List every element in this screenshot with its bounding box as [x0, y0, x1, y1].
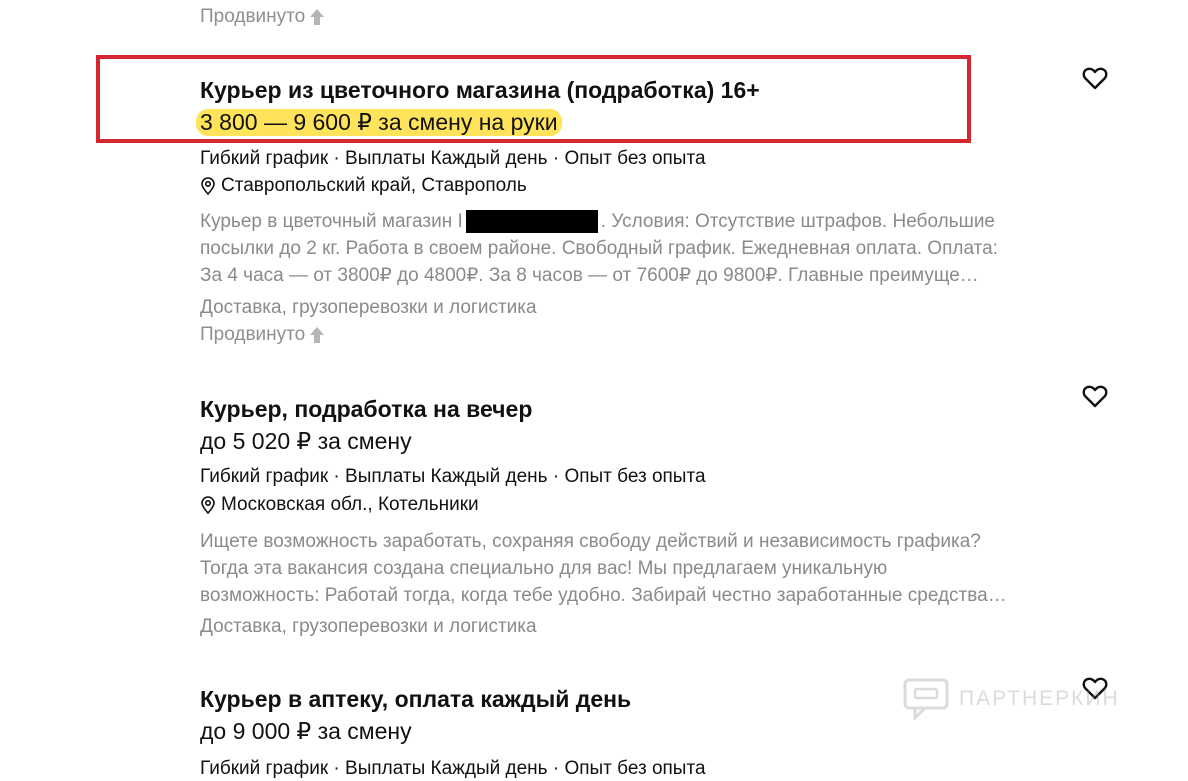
desc-line: возможность: Работай тогда, когда тебе у…	[200, 585, 1007, 606]
redaction-block	[465, 210, 598, 234]
arrow-up-icon	[310, 9, 325, 25]
desc-line: посылки до 2 кг. Работа в своем районе. …	[200, 238, 998, 259]
listing-tags: Гибкий график · Выплаты Каждый день · Оп…	[200, 148, 706, 169]
desc-line: Ищете возможность заработать, сохраняя с…	[200, 531, 981, 552]
listing-title[interactable]: Курьер в аптеку, оплата каждый день	[200, 686, 631, 713]
chat-logo-icon	[903, 678, 949, 720]
map-pin-icon	[201, 496, 215, 514]
desc-line: Курьер в цветочный магазин I	[200, 211, 463, 232]
watermark-text: ПАРТНЕРКИН	[959, 687, 1120, 710]
listing-salary: 3 800 — 9 600 ₽ за смену на руки	[196, 109, 562, 136]
promoted-text: Продвинуто	[200, 324, 306, 345]
listing-salary: до 9 000 ₽ за смену	[200, 718, 412, 744]
location-text: Ставропольский край, Ставрополь	[221, 175, 527, 196]
listing-tags: Гибкий график · Выплаты Каждый день · Оп…	[200, 758, 706, 779]
desc-line: Тогда эта вакансия создана специально дл…	[200, 558, 888, 579]
promoted-text: Продвинуто	[200, 6, 306, 27]
listing-title[interactable]: Курьер из цветочного магазина (подработк…	[200, 77, 760, 104]
listing-description: Ищете возможность заработать, сохраняя с…	[200, 528, 1100, 609]
listing-description: Курьер в цветочный магазин I . Условия: О…	[200, 208, 1100, 289]
arrow-up-icon	[310, 327, 325, 343]
location-text: Московская обл., Котельники	[221, 494, 479, 515]
listing-title[interactable]: Курьер, подработка на вечер	[200, 396, 532, 423]
map-pin-icon	[201, 177, 215, 195]
listing-tags: Гибкий график · Выплаты Каждый день · Оп…	[200, 466, 706, 487]
desc-line: За 4 часа — от 3800₽ до 4800₽. За 8 часо…	[200, 265, 979, 286]
listing-category: Доставка, грузоперевозки и логистика	[200, 616, 537, 637]
desc-line: . Условия: Отсутствие штрафов. Небольшие	[600, 211, 995, 232]
listing-category: Доставка, грузоперевозки и логистика	[200, 297, 537, 318]
listing-salary: до 5 020 ₽ за смену	[200, 428, 412, 454]
watermark: ПАРТНЕРКИН	[903, 678, 1120, 720]
promoted-label: Продвинуто	[200, 324, 325, 346]
heart-icon[interactable]	[1082, 66, 1108, 90]
listing-location: Московская обл., Котельники	[200, 494, 479, 516]
promoted-label: Продвинуто	[200, 6, 325, 28]
listing-location: Ставропольский край, Ставрополь	[200, 175, 527, 197]
heart-icon[interactable]	[1082, 384, 1108, 408]
